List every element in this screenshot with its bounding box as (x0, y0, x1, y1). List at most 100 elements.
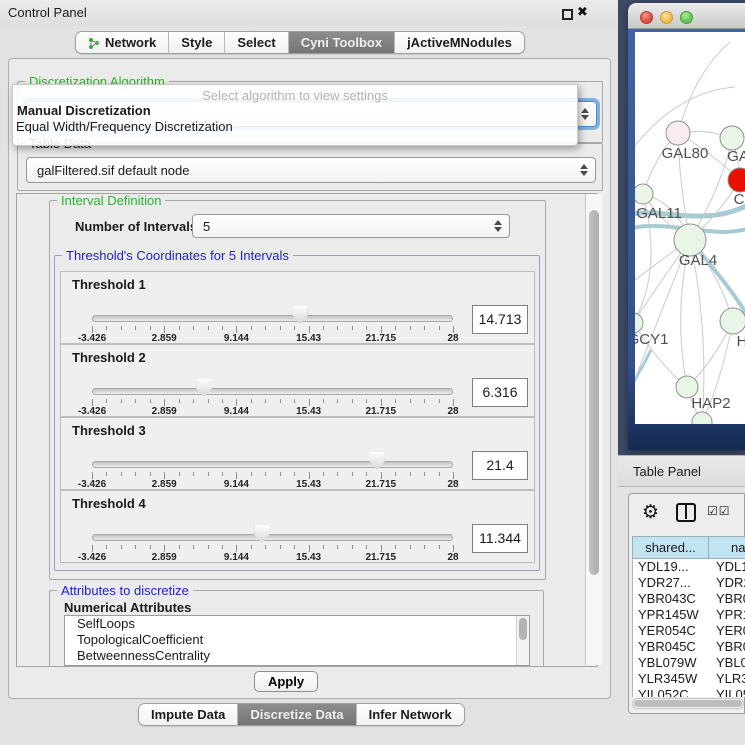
close-icon[interactable]: ✖ (577, 4, 588, 20)
table-row[interactable]: YBR045CYBR045C (633, 639, 745, 655)
threshold-4-value-field[interactable]: 11.344 (472, 524, 528, 553)
group-title: Threshold's Coordinates for 5 Intervals (62, 248, 293, 263)
tab-label: Style (181, 35, 212, 50)
settings-scrollpane: Interval Definition Number of Intervals … (16, 193, 598, 667)
dropdown-prompt[interactable]: Select algorithm to view settings (13, 88, 577, 103)
attributes-to-discretize-group: Attributes to discretize Numerical Attri… (49, 590, 544, 667)
slider-track[interactable] (92, 534, 453, 541)
apply-button[interactable]: Apply (254, 671, 318, 692)
group-title: Attributes to discretize (57, 583, 193, 598)
table-row[interactable]: YIL052CYIL052C (633, 687, 745, 697)
network-icon (88, 37, 100, 49)
tab-label: Select (237, 35, 275, 50)
threshold-3-value-field[interactable]: 21.4 (472, 451, 528, 480)
table-row[interactable]: YBL079WYBL079W (633, 655, 745, 671)
close-traffic-light-icon[interactable] (640, 11, 653, 24)
tab-infer-network[interactable]: Infer Network (357, 704, 464, 725)
tab-label: Impute Data (151, 707, 225, 722)
network-node[interactable] (692, 412, 712, 424)
tab-network[interactable]: Network (76, 32, 169, 53)
table-horizontal-scrollbar[interactable] (632, 698, 744, 709)
threshold-3-slider[interactable]: -3.426 2.859 9.144 15.43 21.715 28 (92, 418, 453, 491)
table-toolbar: ⚙ ☑☑ (629, 494, 745, 532)
combo-stepper-icon (494, 220, 502, 232)
tab-jactivemnodules[interactable]: jActiveMNodules (395, 32, 524, 53)
numerical-attributes-label: Numerical Attributes (64, 600, 191, 615)
control-panel-titlebar: Control Panel ✖ (0, 0, 618, 26)
threshold-4-slider[interactable]: -3.426 2.859 9.144 15.43 21.715 28 (92, 491, 453, 564)
network-canvas[interactable]: GAL80GACGAL11GAL4GCY1HHAP2 (635, 32, 745, 424)
tab-discretize-data[interactable]: Discretize Data (238, 704, 356, 725)
float-window-icon[interactable] (562, 9, 573, 20)
network-node-h[interactable] (720, 308, 745, 334)
combo-stepper-icon (580, 164, 588, 176)
scrollbar-thumb[interactable] (589, 210, 599, 575)
dropdown-option-manual-discretization[interactable]: Manual Discretization (17, 103, 151, 118)
threshold-1-value-field[interactable]: 14.713 (472, 305, 528, 334)
slider-tick-labels: -3.426 2.859 9.144 15.43 21.715 28 (92, 406, 453, 417)
checkbox-filter-icons[interactable]: ☑☑ (707, 504, 731, 518)
node-table: shared... na YDL19...YDL19... YDR27...YD… (632, 536, 745, 697)
numerical-attributes-list[interactable]: SelfLoops TopologicalCoefficient Between… (64, 615, 530, 666)
network-node-gal80[interactable] (666, 121, 690, 145)
tab-style[interactable]: Style (169, 32, 225, 53)
table-row[interactable]: YPR145WYPR145W (633, 607, 745, 623)
control-panel: Control Panel ✖ Network Style Select Cyn… (0, 0, 618, 745)
table-row[interactable]: YBR043CYBR043C (633, 591, 745, 607)
tab-impute-data[interactable]: Impute Data (139, 704, 238, 725)
column-header-name[interactable]: na (708, 536, 745, 559)
node-label: GAL80 (662, 145, 709, 162)
number-of-intervals-combobox[interactable]: 5 (192, 214, 510, 238)
slider-track[interactable] (92, 461, 453, 468)
list-item[interactable]: BetweennessCentrality (65, 648, 529, 664)
threshold-1-slider[interactable]: -3.426 2.859 9.144 15.43 21.715 28 (92, 272, 453, 345)
combo-value: 5 (203, 219, 210, 234)
columns-icon[interactable] (676, 503, 696, 522)
app-root: Control Panel ✖ Network Style Select Cyn… (0, 0, 745, 745)
network-view-window: GAL80GACGAL11GAL4GCY1HHAP2 (628, 3, 745, 450)
slider-track[interactable] (92, 315, 453, 322)
number-of-intervals-label: Number of Intervals (75, 219, 197, 234)
network-window-titlebar[interactable] (628, 3, 745, 29)
threshold-2-value-field[interactable]: 6.316 (472, 378, 528, 407)
node-label: H (737, 333, 745, 350)
list-item[interactable]: TopologicalCoefficient (65, 632, 529, 648)
zoom-traffic-light-icon[interactable] (680, 11, 693, 24)
main-scrollbar[interactable] (585, 194, 602, 665)
threshold-1-panel: Threshold 1 -3.426 2.859 9.144 15.43 (60, 271, 535, 344)
combo-stepper-icon (581, 108, 589, 120)
node-label: C (734, 191, 745, 208)
column-header-shared-name[interactable]: shared... (632, 536, 708, 559)
minimize-traffic-light-icon[interactable] (660, 11, 673, 24)
table-row[interactable]: YLR345WYLR345W (633, 671, 745, 687)
network-node-gcy1[interactable] (635, 313, 643, 333)
tab-cyni-toolbox[interactable]: Cyni Toolbox (289, 32, 395, 53)
table-row[interactable]: YER054CYER054C (633, 623, 745, 639)
node-label: GCY1 (635, 331, 668, 348)
table-panel-header: Table Panel (618, 455, 745, 487)
node-label: GAL4 (679, 252, 717, 269)
interval-definition-group: Interval Definition Number of Intervals … (49, 200, 546, 580)
tab-select[interactable]: Select (225, 32, 288, 53)
table-row[interactable]: YDL19...YDL19... (633, 559, 745, 575)
right-region: GAL80GACGAL11GAL4GCY1HHAP2 Table Panel ⚙… (618, 0, 745, 745)
list-scrollbar[interactable] (516, 616, 529, 665)
tab-label: Network (105, 35, 156, 50)
table-row[interactable]: YDR27...YDR27... (633, 575, 745, 591)
bottom-tab-bar: Impute Data Discretize Data Infer Networ… (138, 703, 465, 726)
dropdown-option-equal-width-frequency[interactable]: Equal Width/Frequency Discretization (16, 119, 233, 134)
tab-label: Infer Network (369, 707, 452, 722)
threshold-2-slider[interactable]: -3.426 2.859 9.144 15.43 21.715 28 (92, 345, 453, 418)
table-panel-title: Table Panel (633, 464, 701, 479)
table-data-group: Table Data galFiltered.sif default node (17, 143, 603, 191)
slider-tick-labels: -3.426 2.859 9.144 15.43 21.715 28 (92, 333, 453, 344)
node-label: HAP2 (691, 395, 730, 412)
list-item[interactable]: SelfLoops (65, 616, 529, 632)
slider-track[interactable] (92, 388, 453, 395)
network-node-ga[interactable] (720, 126, 744, 150)
gear-icon[interactable]: ⚙ (642, 501, 659, 524)
network-node-gal11[interactable] (635, 184, 653, 204)
scrollbar-thumb[interactable] (634, 700, 742, 707)
table-header-row: shared... na (632, 536, 745, 559)
table-data-combobox[interactable]: galFiltered.sif default node (26, 157, 596, 183)
